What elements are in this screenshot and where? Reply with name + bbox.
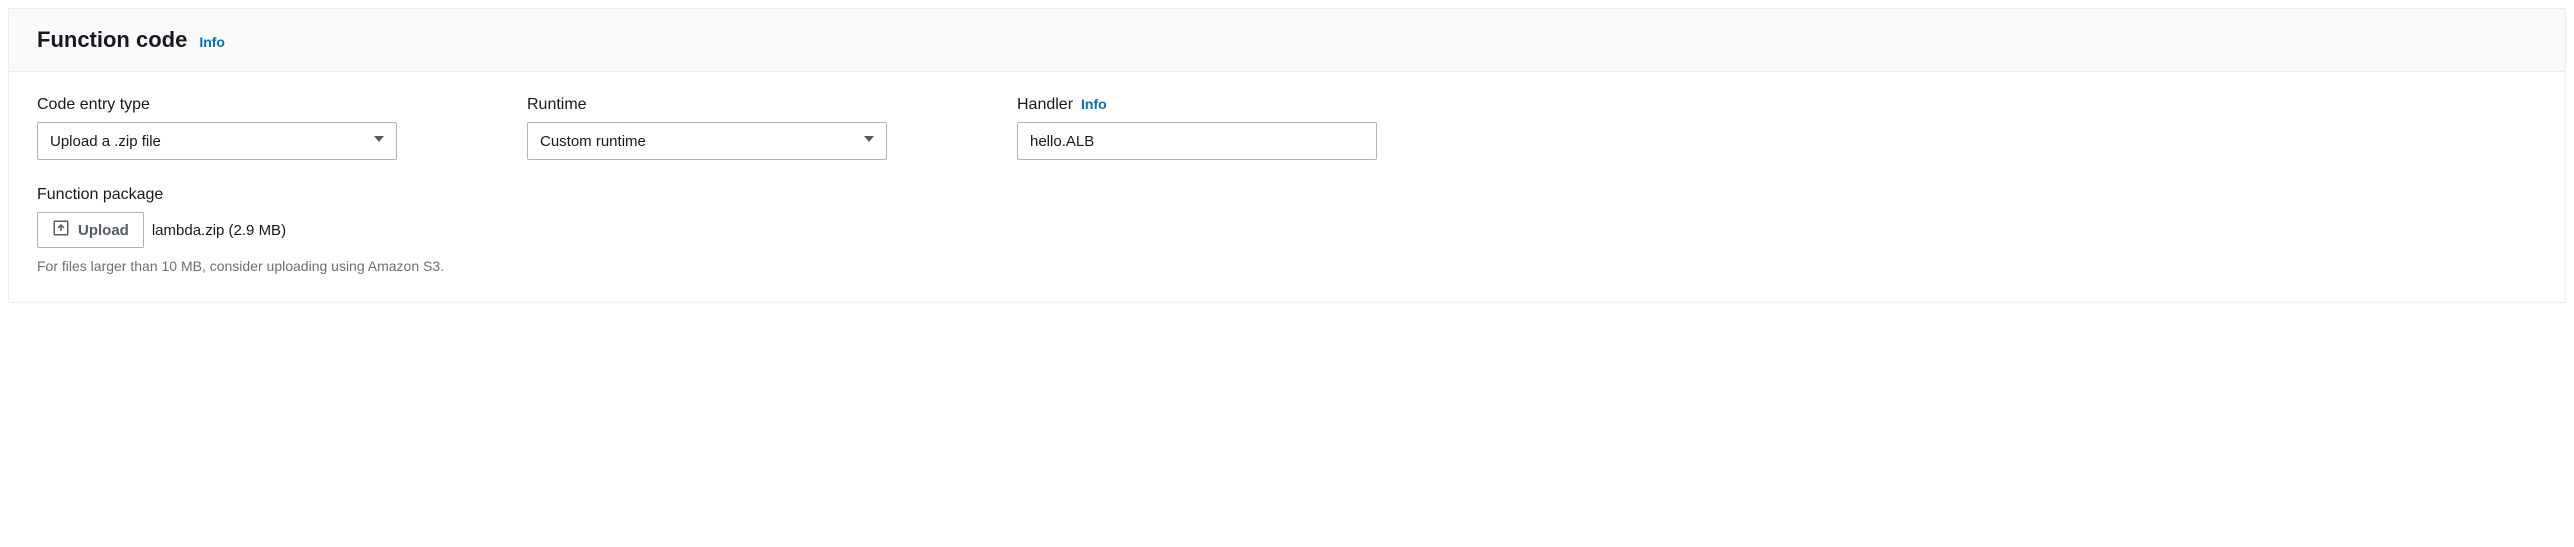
panel-header: Function code Info (9, 9, 2565, 72)
code-entry-type-field: Code entry type Upload a .zip file (37, 96, 467, 160)
upload-button[interactable]: Upload (37, 212, 144, 248)
function-code-panel: Function code Info Code entry type Uploa… (8, 8, 2566, 303)
handler-label-row: Handler Info (1017, 96, 1447, 114)
upload-row: Upload lambda.zip (2.9 MB) (37, 212, 2537, 248)
function-package-label: Function package (37, 186, 2537, 204)
info-link[interactable]: Info (199, 34, 225, 50)
handler-label: Handler (1017, 96, 1073, 114)
handler-input[interactable] (1017, 122, 1377, 160)
function-package-section: Function package Upload lambda.zip (2.9 … (37, 186, 2537, 274)
runtime-label: Runtime (527, 96, 957, 114)
fields-row: Code entry type Upload a .zip file Runti… (37, 96, 2537, 160)
uploaded-file-name: lambda.zip (2.9 MB) (152, 222, 286, 239)
handler-field: Handler Info (1017, 96, 1447, 160)
runtime-field: Runtime Custom runtime (527, 96, 957, 160)
runtime-value: Custom runtime (540, 133, 646, 150)
upload-button-label: Upload (78, 222, 129, 239)
runtime-select[interactable]: Custom runtime (527, 122, 887, 160)
upload-hint: For files larger than 10 MB, consider up… (37, 258, 2537, 274)
panel-body: Code entry type Upload a .zip file Runti… (9, 72, 2565, 302)
code-entry-type-value: Upload a .zip file (50, 133, 161, 150)
panel-title: Function code (37, 27, 187, 53)
code-entry-type-label: Code entry type (37, 96, 467, 114)
upload-icon (52, 219, 70, 241)
handler-info-link[interactable]: Info (1081, 96, 1107, 112)
code-entry-type-select[interactable]: Upload a .zip file (37, 122, 397, 160)
